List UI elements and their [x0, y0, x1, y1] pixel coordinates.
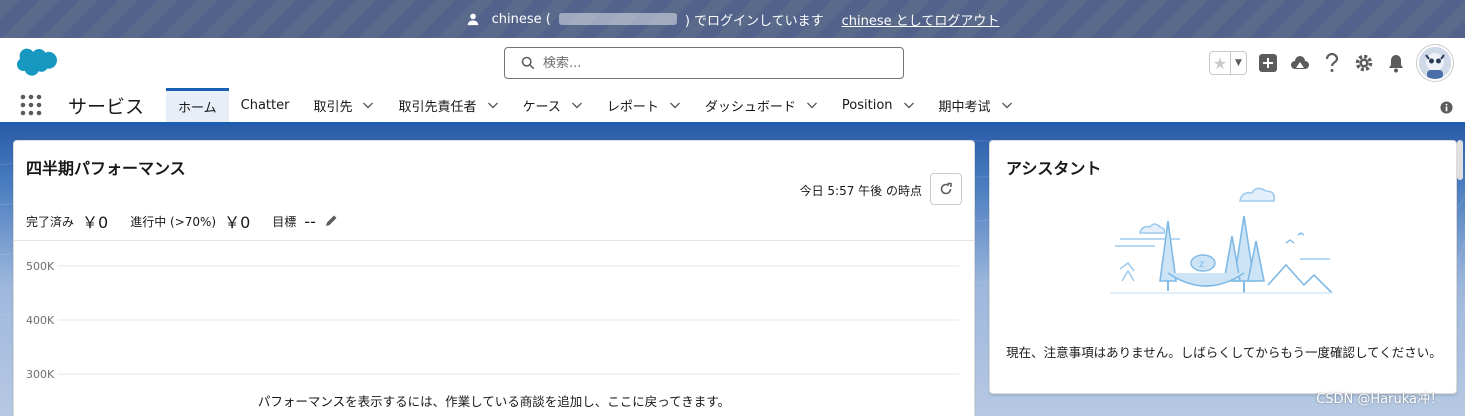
- bell-icon[interactable]: [1385, 52, 1407, 74]
- y-tick-label: 300K: [26, 368, 55, 381]
- performance-stats: 完了済み ￥0 進行中 (>70%) ￥0 目標 --: [26, 209, 338, 233]
- tab-label: 取引先: [313, 99, 353, 115]
- favorites-dropdown-icon[interactable]: ▼: [1230, 52, 1246, 74]
- global-header: ★ ▼: [0, 38, 1465, 88]
- app-launcher-icon[interactable]: [0, 88, 62, 122]
- tab-label: Chatter: [240, 97, 290, 113]
- tab-accounts[interactable]: 取引先: [301, 88, 386, 122]
- logout-link[interactable]: chinese としてログアウト: [842, 10, 1000, 29]
- gear-icon[interactable]: [1353, 52, 1375, 74]
- goal-label: 目標: [272, 214, 297, 229]
- chevron-down-icon[interactable]: [571, 99, 583, 111]
- search-icon: [521, 56, 535, 70]
- nav-tabs: ホーム Chatter 取引先 取引先責任者 ケース レポート ダッシュボード …: [166, 88, 1025, 122]
- as-of-timestamp: 今日 5:57 午後 の時点: [799, 184, 922, 198]
- global-search[interactable]: [504, 47, 904, 79]
- impersonation-text: ) でログインしています: [684, 13, 824, 29]
- tab-chatter[interactable]: Chatter: [229, 88, 302, 122]
- impersonation-bar: chinese ( ) でログインしています chinese としてログアウト: [0, 0, 1465, 38]
- chevron-down-icon[interactable]: [903, 99, 915, 111]
- star-icon[interactable]: ★: [1210, 52, 1230, 74]
- quarterly-performance-card: 四半期パフォーマンス 今日 5:57 午後 の時点 完了済み ￥0 進行中 (>…: [13, 140, 975, 416]
- tab-label: ケース: [522, 99, 561, 115]
- tab-cases[interactable]: ケース: [511, 88, 595, 122]
- in-progress-value: ￥0: [224, 213, 251, 232]
- tab-label: レポート: [606, 99, 659, 115]
- info-icon[interactable]: [1440, 101, 1453, 114]
- tab-reports[interactable]: レポート: [595, 88, 693, 122]
- card-title: アシスタント: [1006, 159, 1102, 178]
- impersonation-user: chinese (: [491, 11, 551, 27]
- completed-value: ￥0: [82, 213, 109, 232]
- chevron-down-icon[interactable]: [487, 99, 499, 111]
- chevron-down-icon[interactable]: [806, 99, 818, 111]
- tab-contacts[interactable]: 取引先責任者: [386, 88, 510, 122]
- in-progress-label: 進行中 (>70%): [130, 214, 217, 229]
- completed-label: 完了済み: [26, 214, 75, 229]
- chevron-down-icon[interactable]: [669, 99, 681, 111]
- tab-dashboards[interactable]: ダッシュボード: [693, 88, 830, 122]
- goal-value: --: [304, 211, 316, 231]
- global-actions-icon[interactable]: [1257, 52, 1279, 74]
- assistant-card: アシスタント z 現在、注意事項はありません。しばらくしてからもう一度確認してく…: [989, 140, 1457, 394]
- salesforce-logo-icon[interactable]: [16, 48, 58, 78]
- help-icon[interactable]: [1321, 52, 1343, 74]
- chevron-down-icon[interactable]: [1001, 99, 1013, 111]
- app-name: サービス: [68, 95, 145, 118]
- search-input[interactable]: [543, 55, 893, 71]
- pencil-icon[interactable]: [324, 214, 338, 228]
- header-icons: ★ ▼: [1209, 44, 1453, 82]
- y-tick-label: 500K: [26, 260, 55, 273]
- tab-label: ホーム: [178, 101, 217, 116]
- empty-chart-message: パフォーマンスを表示するには、作業している商談を追加し、ここに戻ってきます。: [257, 394, 731, 409]
- tab-midterm[interactable]: 期中考试: [927, 88, 1025, 122]
- chevron-down-icon[interactable]: [362, 99, 374, 111]
- assistant-message: 現在、注意事項はありません。しばらくしてからもう一度確認してください。: [1006, 345, 1442, 360]
- y-tick-label: 400K: [26, 314, 55, 327]
- refresh-icon: [940, 182, 952, 195]
- svg-text:z: z: [1199, 259, 1204, 270]
- performance-chart-svg: 500K 400K 300K: [26, 260, 959, 381]
- tab-label: 期中考试: [938, 99, 991, 115]
- performance-chart: 500K 400K 300K パフォーマンスを表示するには、作業している商談を追加し…: [14, 241, 974, 416]
- nav-bar: サービス ホーム Chatter 取引先 取引先責任者 ケース レポート ダッシ…: [0, 88, 1465, 125]
- watermark: CSDN @Haruka冲！: [1316, 392, 1443, 407]
- favorites-group: ★ ▼: [1209, 51, 1247, 75]
- user-icon: [467, 13, 478, 26]
- hammock-illustration: z: [1110, 187, 1333, 294]
- avatar[interactable]: [1417, 45, 1453, 81]
- tab-label: Position: [841, 97, 893, 113]
- trailhead-icon[interactable]: [1289, 52, 1311, 74]
- scrollbar[interactable]: [1457, 140, 1463, 180]
- masked-email: [558, 13, 677, 25]
- tab-label: 取引先責任者: [398, 99, 477, 115]
- tab-position[interactable]: Position: [830, 88, 927, 122]
- refresh-button[interactable]: [930, 173, 962, 205]
- tab-home[interactable]: ホーム: [166, 88, 229, 122]
- tab-label: ダッシュボード: [704, 99, 796, 115]
- card-title: 四半期パフォーマンス: [26, 159, 186, 178]
